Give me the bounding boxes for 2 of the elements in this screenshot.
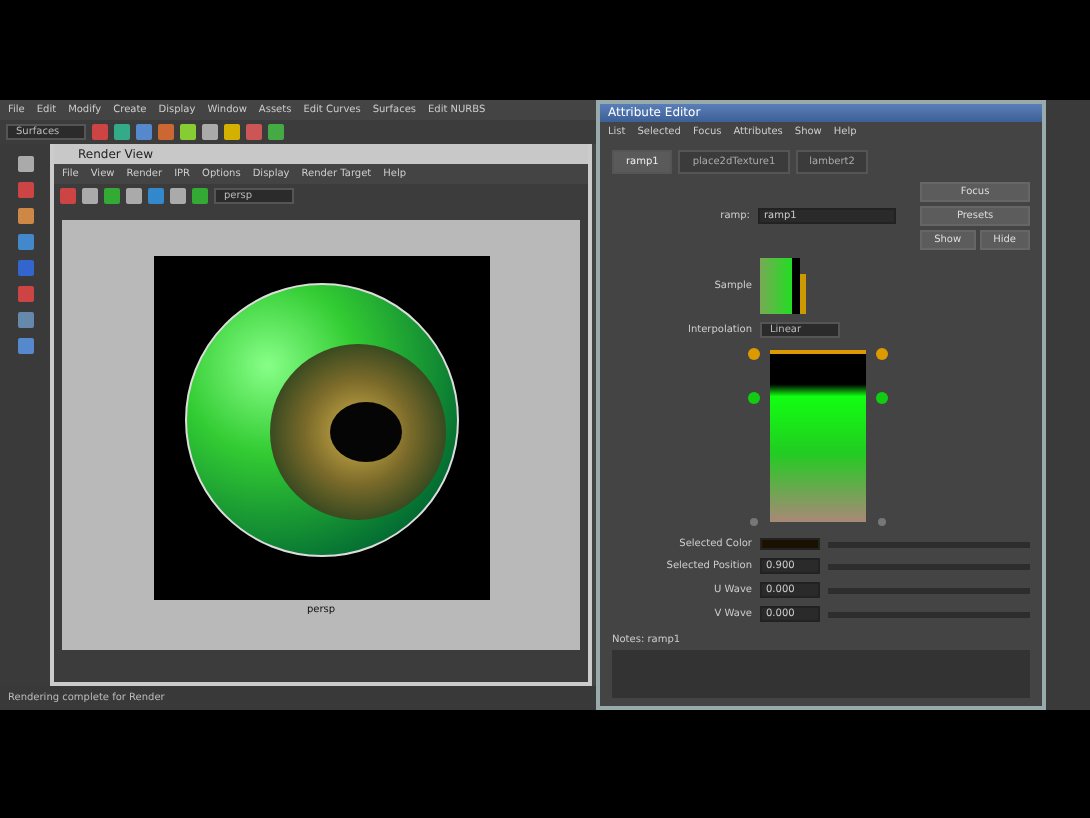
sample-swatch-drawing <box>760 258 808 314</box>
color-swatch[interactable] <box>760 538 820 550</box>
